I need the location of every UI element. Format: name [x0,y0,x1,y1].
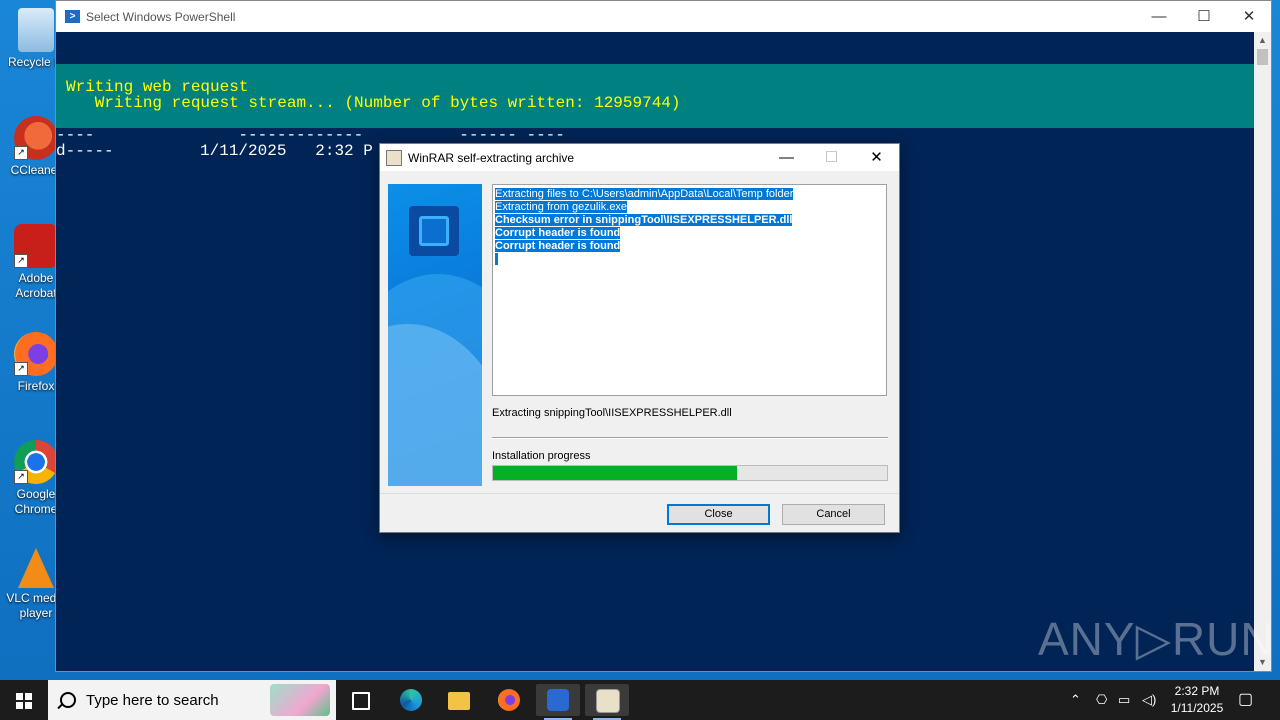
close-button[interactable]: ✕ [854,144,899,171]
log-line-text: Checksum error in snippingTool\IISEXPRES… [495,214,793,226]
taskbar-edge[interactable] [389,684,433,716]
console-line: ---- ------------- ------ ---- [56,126,565,144]
winrar-sfx-icon [596,689,620,713]
shortcut-arrow-icon: ↗ [14,470,28,484]
close-button[interactable]: ✕ [1226,1,1272,32]
dialog-title-bar[interactable]: WinRAR self-extracting archive — ☐ ✕ [380,144,899,171]
desktop: Recycle Bin ↗ CCleaner ↗ Adobe Acrobat ↗… [0,0,1280,680]
maximize-button: ☐ [824,149,839,166]
vertical-scrollbar[interactable]: ▲ ▼ [1254,32,1271,671]
powershell-icon [547,689,569,711]
log-line-text: Corrupt header is found [495,227,621,239]
network-status-icon[interactable]: ⎔ [1096,680,1107,720]
log-line: Checksum error in snippingTool\IISEXPRES… [495,214,884,227]
firefox-icon [498,689,520,711]
log-line-text: Extracting files to C:\Users\admin\AppDa… [495,188,794,200]
vlc-icon [18,548,54,588]
show-hidden-icons-icon[interactable]: ⌃ [1070,680,1081,720]
minimize-button[interactable]: — [1136,1,1182,32]
window-title: Select Windows PowerShell [86,9,236,24]
windows-logo-icon [16,693,32,709]
clock-date: 1/11/2025 [1170,701,1224,715]
maximize-button[interactable]: ☐ [1181,1,1227,32]
search-highlight-image [270,684,330,716]
log-line-text: Corrupt header is found [495,240,621,252]
edge-icon [400,689,422,711]
volume-icon[interactable]: ◁) [1142,680,1156,720]
clock-time: 2:32 PM [1174,684,1220,698]
winrar-side-banner [388,184,482,486]
log-line-text: Extracting from gezulik.exe [495,201,628,213]
dialog-title: WinRAR self-extracting archive [408,150,575,165]
log-line: Corrupt header is found [495,227,884,240]
current-file-label: Extracting snippingTool\IISEXPRESSHELPER… [492,407,732,419]
log-line: Extracting files to C:\Users\admin\AppDa… [495,188,884,201]
divider [492,437,888,439]
minimize-button[interactable]: — [764,144,809,171]
progress-activity: Writing web request [66,78,249,96]
powershell-title-bar[interactable]: > Select Windows PowerShell — ☐ ✕ [56,1,1271,32]
log-line-text [495,253,499,265]
taskbar-powershell[interactable] [536,684,580,720]
shortcut-arrow-icon: ↗ [14,146,28,160]
taskbar: Type here to search ⌃ ⎔ ▭ ◁) 2:32 PM 1/1… [0,680,1280,720]
progress-status: Writing request stream... (Number of byt… [66,94,681,112]
file-explorer-icon [448,692,470,710]
taskbar-winrar-sfx[interactable] [585,684,629,720]
log-line: Corrupt header is found [495,240,884,253]
chrome-icon: ↗ [14,440,58,484]
taskbar-file-explorer[interactable] [437,684,481,716]
cancel-button[interactable]: Cancel [782,504,885,525]
firefox-icon: ↗ [14,332,58,376]
recycle-bin-icon [18,8,54,52]
scroll-up-icon[interactable]: ▲ [1254,32,1271,49]
winrar-logo-icon [409,206,459,256]
scrollbar-thumb[interactable] [1257,49,1268,65]
start-button[interactable] [0,680,48,720]
log-line [495,253,884,266]
notifications-icon[interactable]: ▢ [1238,680,1253,720]
winrar-sfx-icon [386,149,402,166]
taskbar-firefox[interactable] [487,684,531,716]
progress-band: Writing web request Writing request stre… [56,64,1254,128]
ccleaner-icon: ↗ [14,116,58,160]
close-dialog-button[interactable]: Close [667,504,770,525]
winrar-dialog[interactable]: WinRAR self-extracting archive — ☐ ✕ Ext… [379,143,900,533]
log-line: Extracting from gezulik.exe [495,201,884,214]
powershell-icon: > [65,10,80,23]
installation-progress-bar [492,465,888,481]
adobe-acrobat-icon: ↗ [14,224,58,268]
progress-fill [493,466,738,480]
dialog-button-area: Close Cancel [380,493,899,532]
task-view-button[interactable] [338,684,382,716]
search-box[interactable]: Type here to search [48,680,336,720]
task-view-icon [352,692,370,710]
console-line: d----- 1/11/2025 2:32 P [56,142,373,160]
search-placeholder: Type here to search [86,691,219,709]
shortcut-arrow-icon: ↗ [14,254,28,268]
network-icon[interactable]: ▭ [1118,680,1130,720]
shortcut-arrow-icon: ↗ [14,362,28,376]
system-clock[interactable]: 2:32 PM 1/11/2025 [1164,683,1230,717]
progress-label: Installation progress [492,450,591,462]
anyrun-watermark: ANY▷RUN [1038,613,1275,665]
search-icon [60,692,76,708]
extraction-log[interactable]: Extracting files to C:\Users\admin\AppDa… [492,184,887,396]
